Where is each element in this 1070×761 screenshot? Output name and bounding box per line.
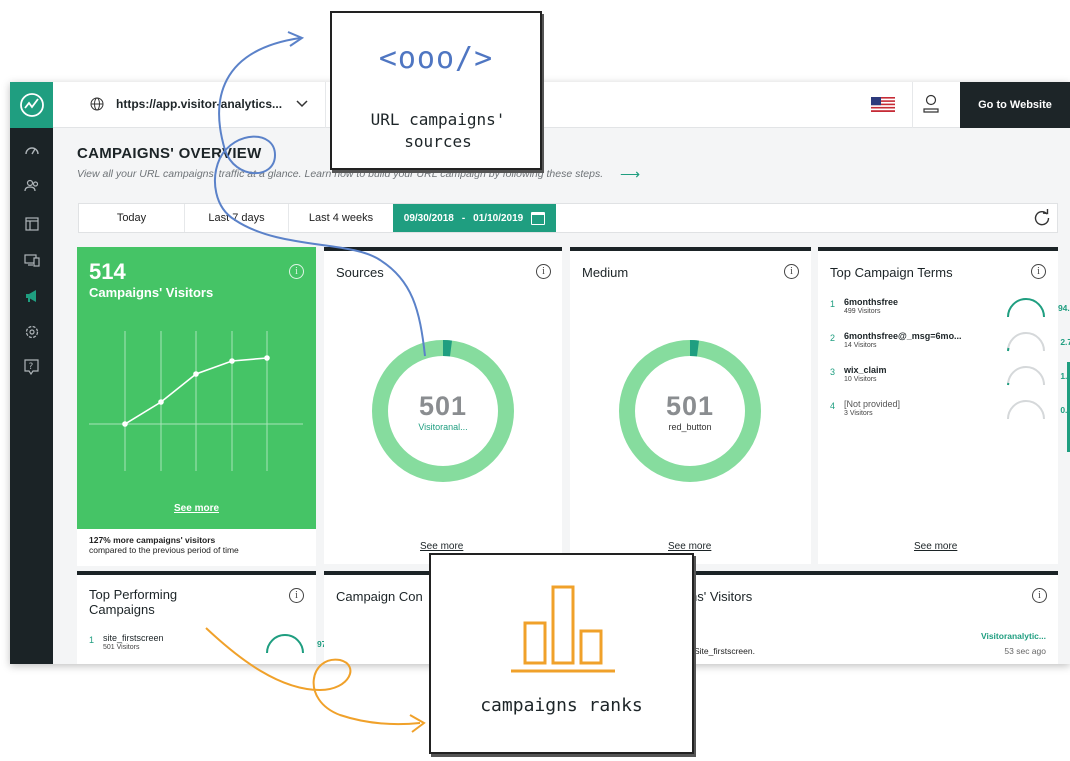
medium-card: Medium i 501 red_button See more	[570, 247, 811, 564]
sources-top-label: Visitoranal...	[418, 422, 468, 432]
visitor-campaign: Site_firstscreen.	[694, 646, 755, 656]
campaign-visitors: 501 Visitors	[103, 644, 140, 651]
see-more-link[interactable]: See more	[668, 541, 711, 552]
medium-title: Medium	[582, 265, 629, 280]
see-more-link[interactable]: See more	[914, 541, 957, 552]
info-icon[interactable]: i	[1032, 588, 1047, 603]
bar-chart-icon	[511, 585, 615, 673]
campaign-rank: 1	[89, 635, 95, 645]
users-icon[interactable]	[22, 176, 41, 195]
range-end: 01/10/2019	[473, 212, 524, 224]
info-icon[interactable]: i	[536, 264, 551, 279]
refresh-icon[interactable]	[1033, 209, 1051, 227]
visitors-comparison: 127% more campaigns' visitors compared t…	[77, 529, 316, 566]
term-percent: 94.9%	[1057, 303, 1070, 313]
tab-today[interactable]: Today	[79, 204, 185, 232]
annotation-arrow-orange	[205, 627, 426, 733]
code-brackets-icon: <ooo/>	[378, 41, 494, 76]
term-gauge: 2.7%	[1004, 327, 1070, 353]
arrow-right-icon[interactable]: ⟶	[620, 166, 640, 183]
term-visitors: 14 Visitors	[844, 342, 877, 349]
comparison-headline: 127% more campaigns' visitors	[89, 535, 216, 545]
campaign-name: site_firstscreen	[103, 633, 164, 643]
range-separator: -	[461, 212, 466, 224]
info-icon[interactable]: i	[784, 264, 799, 279]
help-icon[interactable]: ?	[22, 357, 41, 376]
term-row[interactable]: 4 [Not provided] 3 Visitors 0.6%	[830, 399, 1070, 429]
donut-slice	[689, 339, 700, 357]
term-visitors: 3 Visitors	[844, 410, 873, 417]
term-row[interactable]: 2 6monthsfree@_msg=6mo... 14 Visitors 2.…	[830, 331, 1070, 361]
go-to-website-button[interactable]: Go to Website	[960, 82, 1070, 128]
svg-text:?: ?	[29, 362, 34, 372]
sidebar: ?	[10, 82, 53, 664]
user-account-icon[interactable]	[922, 94, 940, 114]
top-performing-title: Top Performing Campaigns	[89, 587, 178, 617]
campaigns-megaphone-icon[interactable]	[22, 286, 41, 305]
trend-point	[158, 399, 164, 405]
term-rank: 1	[830, 299, 836, 309]
term-name: 6monthsfree@_msg=6mo...	[844, 331, 962, 341]
annotation-campaigns-ranks: campaigns ranks	[429, 553, 694, 754]
term-name: [Not provided]	[844, 399, 901, 409]
term-rank: 4	[830, 401, 836, 411]
top-campaign-terms-card: Top Campaign Terms i 1 6monthsfree 499 V…	[818, 247, 1070, 564]
visitors-count: 514	[89, 259, 126, 284]
info-icon[interactable]: i	[1031, 264, 1046, 279]
trend-point	[193, 371, 199, 377]
see-more-link[interactable]: See more	[420, 541, 463, 552]
see-more-link[interactable]: See more	[174, 503, 219, 514]
visitor-source[interactable]: Visitoranalytic...	[981, 631, 1046, 641]
medium-top-label: red_button	[668, 422, 712, 432]
medium-total: 501	[665, 391, 715, 421]
term-gauge: 1.9%	[1004, 361, 1070, 387]
comparison-detail: compared to the previous period of time	[89, 545, 239, 555]
sources-total: 501	[418, 391, 468, 421]
annotation-url-sources: <ooo/> URL campaigns' sources	[330, 11, 542, 170]
settings-gear-icon[interactable]	[22, 322, 41, 341]
app-logo[interactable]	[10, 82, 53, 128]
calendar-icon	[531, 211, 546, 225]
visitor-time: 53 sec ago	[1004, 646, 1046, 656]
term-name: wix_claim	[844, 365, 887, 375]
terms-title: Top Campaign Terms	[830, 265, 953, 280]
medium-donut-center: 501 red_button	[630, 391, 750, 432]
sources-donut-center: 501 Visitoranal...	[383, 391, 503, 432]
us-flag-icon[interactable]	[871, 97, 895, 112]
term-row[interactable]: 1 6monthsfree 499 Visitors 94.9%	[830, 297, 1070, 327]
dashboard-icon[interactable]	[22, 140, 41, 159]
trend-point	[122, 421, 128, 427]
term-percent: 2.7%	[1060, 337, 1070, 347]
term-rank: 3	[830, 367, 836, 377]
term-visitors: 10 Visitors	[844, 376, 877, 383]
annotation-url-sources-text: URL campaigns' sources	[370, 110, 506, 151]
globe-icon	[90, 97, 104, 111]
annotation-ranks-text: campaigns ranks	[480, 695, 643, 716]
term-gauge: 94.9%	[1004, 293, 1070, 319]
term-visitors: 499 Visitors	[844, 308, 881, 315]
logo-icon	[19, 93, 44, 117]
term-row[interactable]: 3 wix_claim 10 Visitors 1.9%	[830, 365, 1070, 395]
term-name: 6monthsfree	[844, 297, 899, 307]
pages-icon[interactable]	[22, 214, 41, 233]
campaigns-visitors-title: ns' Visitors	[690, 589, 753, 604]
devices-icon[interactable]	[22, 250, 41, 269]
term-rank: 2	[830, 333, 836, 343]
divider	[912, 82, 913, 128]
donut-slice	[442, 339, 453, 357]
info-icon[interactable]: i	[289, 588, 304, 603]
campaign-content-title: Campaign Con	[336, 589, 423, 604]
term-gauge: 0.6%	[1004, 395, 1070, 421]
